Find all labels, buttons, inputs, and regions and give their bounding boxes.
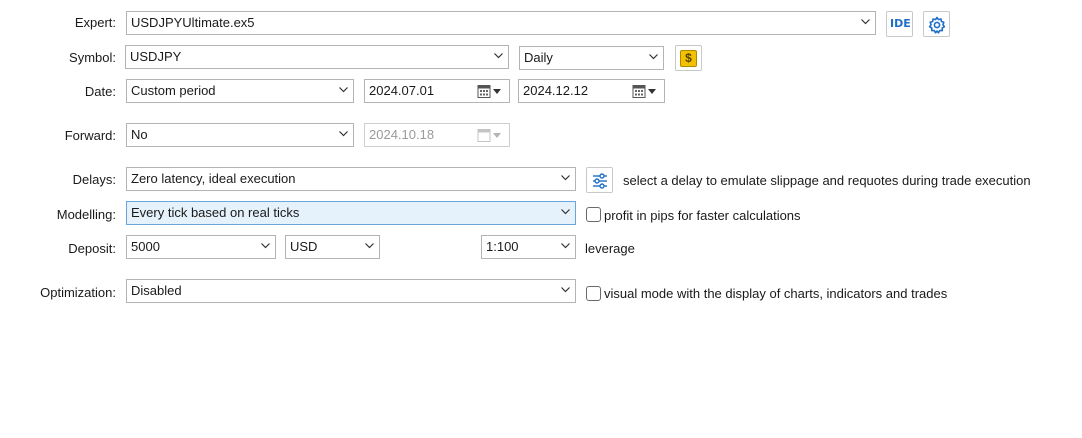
forward-label: Forward: [64, 128, 116, 143]
deposit-label: Deposit: [68, 241, 116, 256]
forward-date-value: 2024.10.18 [369, 127, 435, 142]
date-to-picker[interactable]: 2024.12.12 [518, 79, 665, 103]
delays-value: Zero latency, ideal execution [131, 171, 296, 186]
chevron-down-icon [861, 19, 870, 27]
leverage-value: 1:100 [486, 239, 519, 254]
modelling-select[interactable]: Every tick based on real ticks [126, 201, 576, 225]
deposit-amount-select[interactable]: 5000 [126, 235, 276, 259]
period-select[interactable]: Daily [519, 46, 664, 70]
settings-button[interactable] [923, 11, 950, 37]
forward-value: No [131, 127, 148, 142]
gear-icon [928, 16, 946, 37]
delays-select[interactable]: Zero latency, ideal execution [126, 167, 576, 191]
expert-label: Expert: [74, 15, 116, 30]
ide-icon: IDE [890, 17, 911, 30]
optimization-value: Disabled [131, 283, 182, 298]
leverage-select[interactable]: 1:100 [481, 235, 576, 259]
chevron-down-icon [649, 54, 658, 62]
delays-hint: select a delay to emulate slippage and r… [623, 173, 1031, 188]
modelling-label: Modelling: [56, 207, 116, 222]
period-value: Daily [524, 50, 553, 65]
symbol-properties-button[interactable]: $ [675, 45, 702, 71]
expert-value: USDJPYUltimate.ex5 [131, 15, 255, 30]
ide-button[interactable]: IDE [886, 11, 913, 37]
optimization-label: Optimization: [40, 285, 116, 300]
date-label: Date: [84, 84, 116, 99]
chevron-down-icon [261, 243, 270, 251]
currency-value: USD [290, 239, 318, 254]
delay-settings-button[interactable] [586, 167, 613, 193]
chevron-down-icon [561, 175, 570, 183]
chevron-down-icon [494, 53, 503, 61]
visual-mode-label: visual mode with the display of charts, … [604, 286, 948, 301]
date-to-value: 2024.12.12 [523, 83, 589, 98]
chevron-down-icon [339, 87, 348, 95]
delays-label: Delays: [72, 172, 116, 187]
date-from-value: 2024.07.01 [369, 83, 435, 98]
symbol-value: USDJPY [130, 49, 182, 64]
visual-mode-checkbox[interactable] [586, 286, 601, 301]
calendar-icon[interactable] [632, 84, 660, 99]
currency-select[interactable]: USD [285, 235, 380, 259]
pips-checkbox[interactable] [586, 207, 601, 222]
leverage-label: leverage [585, 241, 635, 256]
calendar-icon[interactable] [477, 84, 505, 99]
chevron-down-icon [561, 209, 570, 217]
chevron-down-icon [561, 243, 570, 251]
modelling-value: Every tick based on real ticks [131, 205, 300, 220]
pips-option-label: profit in pips for faster calculations [604, 208, 801, 223]
chevron-down-icon [365, 243, 374, 251]
date-from-picker[interactable]: 2024.07.01 [364, 79, 510, 103]
calendar-icon [477, 128, 505, 143]
expert-select[interactable]: USDJPYUltimate.ex5 [126, 11, 876, 35]
chevron-down-icon [561, 287, 570, 295]
symbol-select[interactable]: USDJPY [125, 45, 509, 69]
date-mode-select[interactable]: Custom period [126, 79, 354, 103]
chevron-down-icon [339, 131, 348, 139]
optimization-select[interactable]: Disabled [126, 279, 576, 303]
deposit-amount-value: 5000 [131, 239, 160, 254]
dollar-icon: $ [680, 50, 697, 67]
forward-select[interactable]: No [126, 123, 354, 147]
symbol-label: Symbol: [69, 50, 116, 65]
date-mode-value: Custom period [131, 83, 216, 98]
sliders-icon [591, 172, 609, 193]
forward-date-picker: 2024.10.18 [364, 123, 510, 147]
